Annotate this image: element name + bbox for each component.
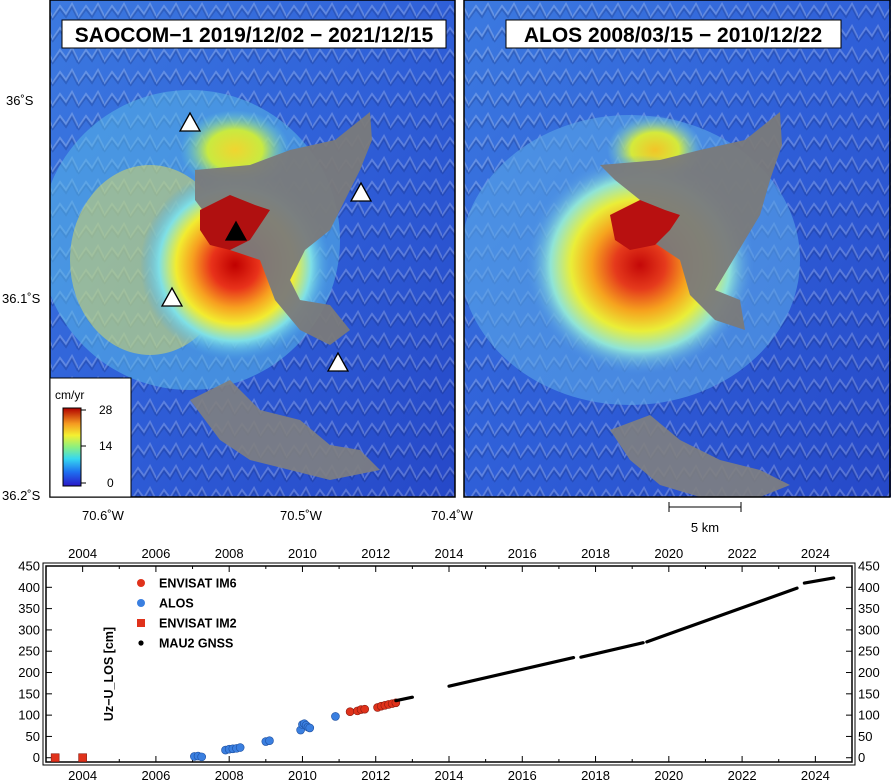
y-tick-label-right: 250	[858, 644, 880, 659]
x-tick-label-top: 2022	[728, 546, 757, 561]
y-tick-label-left: 400	[18, 580, 40, 595]
x-tick-label-bottom: 2018	[581, 768, 610, 781]
legend-marker-envisat-im6	[137, 579, 145, 587]
x-tick-label-bottom: 2006	[141, 768, 170, 781]
x-tick-label-bottom: 2010	[288, 768, 317, 781]
x-tick-label-bottom: 2008	[215, 768, 244, 781]
legend-marker-mau2-gnss	[138, 640, 144, 646]
x-tick-label-top: 2012	[361, 546, 390, 561]
colorbar-tick-max: 28	[99, 403, 113, 417]
y-tick-label-left: 50	[26, 729, 40, 744]
x-tick-label-bottom: 2012	[361, 768, 390, 781]
legend-label: ENVISAT IM6	[159, 577, 237, 591]
lat-label-36-1: 36.1˚S	[2, 291, 41, 306]
colorbar-tick-mid: 14	[99, 439, 113, 453]
legend-marker-alos	[137, 599, 145, 607]
data-point-envisat-im6	[345, 707, 355, 717]
y-tick-label-right: 200	[858, 665, 880, 680]
colorbar-gradient	[62, 407, 82, 487]
x-tick-label-bottom: 2024	[801, 768, 830, 781]
data-point-alos	[305, 723, 315, 733]
y-tick-label-left: 450	[18, 559, 40, 574]
saocom-title-box: SAOCOM−1 2019/12/02 − 2021/12/15	[61, 19, 447, 49]
legend-label: ALOS	[159, 597, 194, 611]
time-series-chart: 2004 2004 2006 2006 2008 2008 2010 2010 2012 2012…	[18, 546, 879, 781]
x-tick-label-top: 2004	[68, 546, 97, 561]
lon-label-70-5: 70.5˚W	[280, 508, 323, 523]
x-tick-label-top: 2018	[581, 546, 610, 561]
y-tick-label-right: 0	[858, 750, 865, 765]
data-point-envisat-im6	[360, 704, 370, 714]
alos-map	[464, 0, 891, 497]
lon-label-70-4: 70.4˚W	[431, 508, 474, 523]
lat-label-36: 36˚S	[6, 93, 34, 108]
figure: SAOCOM−1 2019/12/02 − 2021/12/15 cm/yr 2…	[2, 0, 891, 781]
y-tick-label-right: 50	[858, 729, 872, 744]
plot-frame	[45, 565, 853, 763]
lon-label-70-6: 70.6˚W	[82, 508, 125, 523]
x-tick-label-bottom: 2014	[435, 768, 464, 781]
y-tick-label-left: 0	[33, 750, 40, 765]
legend-label: MAU2 GNSS	[159, 637, 233, 651]
x-tick-label-top: 2024	[801, 546, 830, 561]
data-point-envisat-im2	[50, 753, 60, 763]
alos-title: ALOS 2008/03/15 − 2010/12/22	[524, 24, 822, 47]
data-point-alos	[331, 712, 340, 721]
alos-title-box: ALOS 2008/03/15 − 2010/12/22	[505, 19, 842, 49]
legend-marker-envisat-im2	[137, 619, 145, 627]
x-tick-label-bottom: 2020	[654, 768, 683, 781]
y-tick-label-right: 150	[858, 686, 880, 701]
y-tick-label-left: 100	[18, 708, 40, 723]
x-tick-label-top: 2020	[654, 546, 683, 561]
y-tick-label-right: 350	[858, 601, 880, 616]
saocom-title: SAOCOM−1 2019/12/02 − 2021/12/15	[75, 24, 434, 47]
data-point-envisat-im2	[78, 753, 87, 763]
data-point-alos	[235, 743, 245, 752]
colorbar-tick-min: 0	[107, 476, 114, 490]
x-tick-label-top: 2016	[508, 546, 537, 561]
y-axis-label: Uz−U_LOS [cm]	[102, 627, 116, 721]
y-tick-label-right: 300	[858, 622, 880, 637]
x-tick-label-top: 2010	[288, 546, 317, 561]
scale-bar-label: 5 km	[691, 520, 719, 535]
x-tick-label-top: 2014	[435, 546, 464, 561]
colorbar-unit: cm/yr	[55, 388, 84, 402]
colorbar-legend: cm/yr 28 14 0	[49, 377, 132, 498]
scale-bar: 5 km	[668, 502, 742, 535]
data-point-alos	[197, 752, 207, 762]
x-tick-label-top: 2006	[141, 546, 170, 561]
y-tick-label-right: 400	[858, 580, 880, 595]
x-tick-label-bottom: 2022	[728, 768, 757, 781]
y-tick-label-left: 300	[18, 622, 40, 637]
y-tick-label-right: 450	[858, 559, 880, 574]
x-tick-label-top: 2008	[215, 546, 244, 561]
y-tick-label-left: 200	[18, 665, 40, 680]
x-tick-label-bottom: 2016	[508, 768, 537, 781]
lat-label-36-2: 36.2˚S	[2, 488, 41, 503]
legend-label: ENVISAT IM2	[159, 617, 237, 631]
x-tick-label-bottom: 2004	[68, 768, 97, 781]
y-tick-label-right: 100	[858, 708, 880, 723]
y-tick-label-left: 350	[18, 601, 40, 616]
data-point-alos	[265, 736, 274, 745]
y-tick-label-left: 250	[18, 644, 40, 659]
y-tick-label-left: 150	[18, 686, 40, 701]
